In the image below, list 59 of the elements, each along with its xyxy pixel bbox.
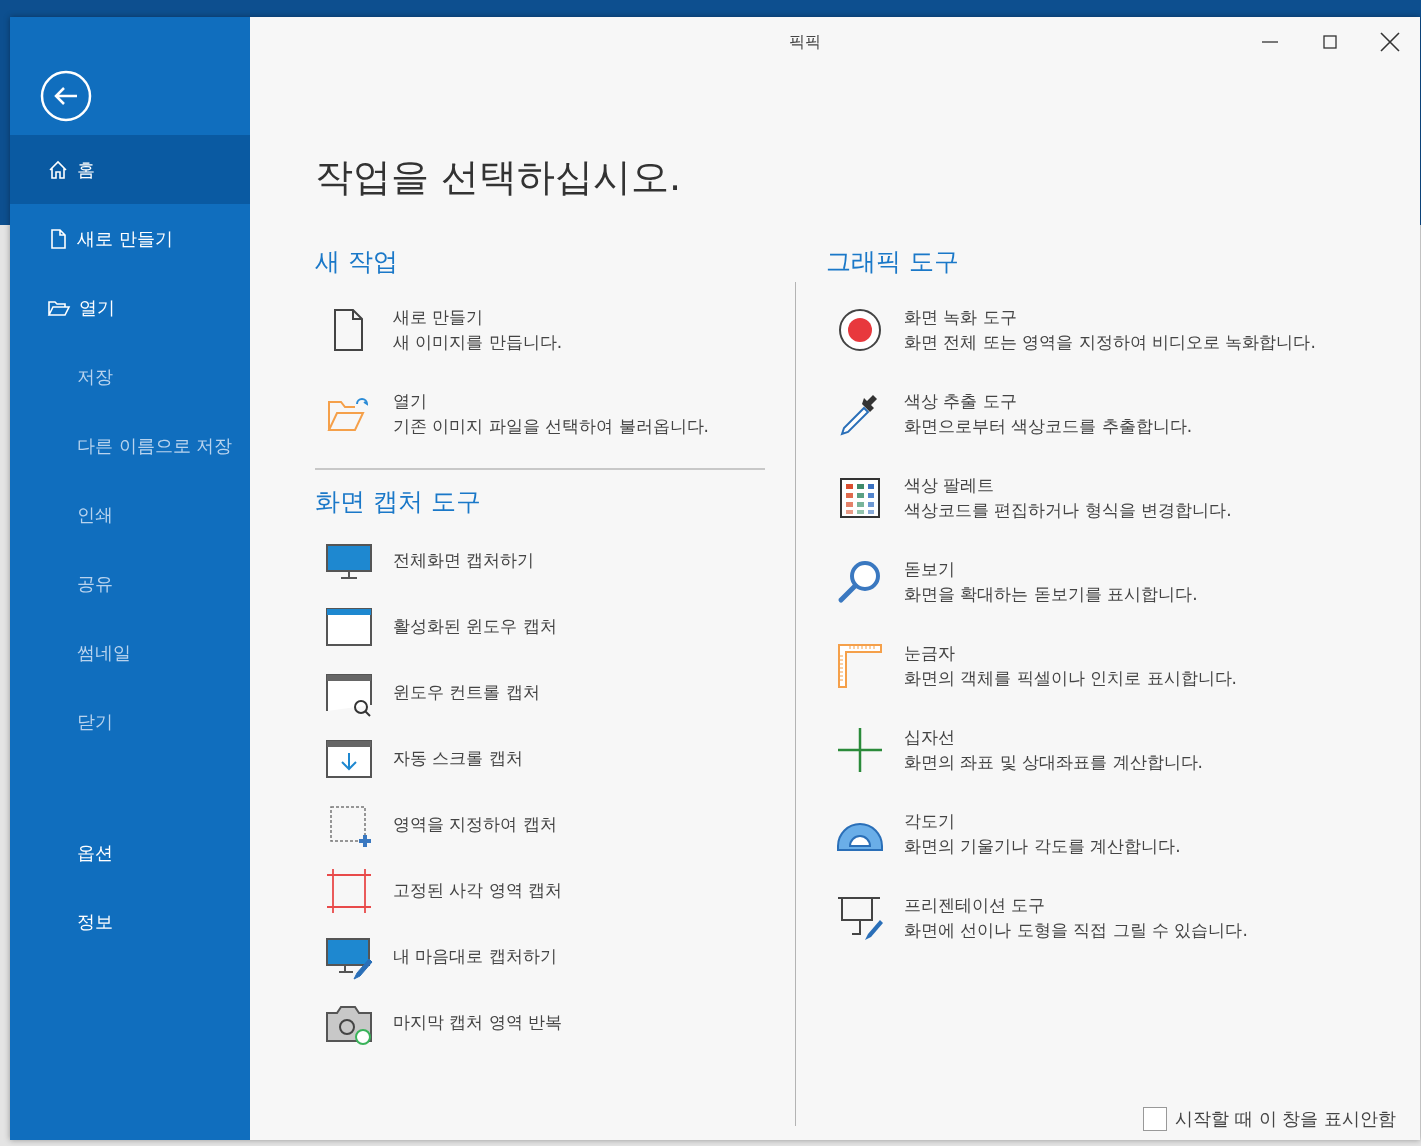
- tool-title: 눈금자: [904, 642, 956, 665]
- tool-title: 화면 녹화 도구: [904, 306, 1018, 329]
- tool-description: 화면의 좌표 및 상대좌표를 계산합니다.: [904, 751, 1204, 774]
- tool-title: 색상 팔레트: [904, 474, 996, 497]
- tool-description: 화면에 선이나 도형을 직접 그릴 수 있습니다.: [904, 919, 1248, 942]
- capture-tool-item[interactable]: 전체화면 캡처하기: [315, 528, 765, 594]
- tool-item[interactable]: 눈금자 화면의 객체를 픽셀이나 인치로 표시합니다.: [826, 624, 1420, 708]
- capture-tool-item[interactable]: 영역을 지정하여 캡처: [315, 792, 765, 858]
- sidebar-item[interactable]: 새로 만들기: [10, 204, 250, 273]
- tool-description: 화면의 기울기나 각도를 계산합니다.: [904, 835, 1181, 858]
- capture-tool-item[interactable]: 내 마음대로 캡처하기: [315, 924, 765, 990]
- capture-tool-item[interactable]: 활성화된 윈도우 캡처: [315, 594, 765, 660]
- capture-tool-item[interactable]: 윈도우 컨트롤 캡처: [315, 660, 765, 726]
- tool-item[interactable]: 화면 녹화 도구 화면 전체 또는 영역을 지정하여 비디오로 녹화합니다.: [826, 288, 1420, 372]
- crop-frame-icon: [325, 867, 373, 915]
- checkbox-label: 시작할 때 이 창을 표시안함: [1175, 1107, 1396, 1131]
- back-icon[interactable]: [40, 69, 92, 122]
- sidebar-item[interactable]: 정보: [10, 887, 250, 956]
- tool-description: 화면의 객체를 픽셀이나 인치로 표시합니다.: [904, 667, 1238, 690]
- tool-title: 프리젠테이션 도구: [904, 894, 1047, 917]
- record-icon: [836, 306, 884, 354]
- section-heading: 새 작업: [315, 246, 399, 278]
- sidebar-item[interactable]: 옵션: [10, 818, 250, 887]
- tool-title: 색상 추출 도구: [904, 390, 1018, 413]
- sidebar-item[interactable]: 홈: [10, 135, 250, 204]
- capture-tool-item[interactable]: 자동 스크롤 캡처: [315, 726, 765, 792]
- tool-item[interactable]: 새로 만들기 새 이미지를 만듭니다.: [315, 288, 765, 372]
- window-title: 픽픽: [788, 31, 822, 53]
- sidebar-item[interactable]: 열기: [10, 273, 250, 342]
- tool-item[interactable]: 십자선 화면의 좌표 및 상대좌표를 계산합니다.: [826, 708, 1420, 792]
- section-heading: 화면 캡처 도구: [315, 486, 482, 518]
- tool-title: 각도기: [904, 810, 956, 833]
- tool-description: 새 이미지를 만듭니다.: [393, 331, 563, 354]
- tool-title: 열기: [393, 390, 428, 413]
- tool-title: 돋보기: [904, 558, 956, 581]
- tool-description: 기존 이미지 파일을 선택하여 불러옵니다.: [393, 415, 710, 438]
- tool-item[interactable]: 각도기 화면의 기울기나 각도를 계산합니다.: [826, 792, 1420, 876]
- page-heading: 작업을 선택하십시오.: [315, 154, 683, 201]
- ruler-icon: [836, 642, 884, 690]
- crosshair-icon: [836, 726, 884, 774]
- home-icon: [47, 158, 69, 181]
- tool-description: 화면으로부터 색상코드를 추출합니다.: [904, 415, 1193, 438]
- tool-description: 색상코드를 편집하거나 형식을 변경합니다.: [904, 499, 1232, 522]
- tool-item[interactable]: 색상 팔레트 색상코드를 편집하거나 형식을 변경합니다.: [826, 456, 1420, 540]
- tool-title: 새로 만들기: [393, 306, 485, 329]
- close-icon[interactable]: [1379, 31, 1401, 53]
- tool-description: 화면 전체 또는 영역을 지정하여 비디오로 녹화합니다.: [904, 331, 1316, 354]
- section-heading: 그래픽 도구: [826, 246, 960, 278]
- presentation-pen-icon: [836, 894, 884, 942]
- tool-description: 화면을 확대하는 돋보기를 표시합니다.: [904, 583, 1198, 606]
- capture-tool-item[interactable]: 고정된 사각 영역 캡처: [315, 858, 765, 924]
- tool-item[interactable]: 열기 기존 이미지 파일을 선택하여 불러옵니다.: [315, 372, 765, 456]
- tool-title: 십자선: [904, 726, 956, 749]
- tool-item[interactable]: 색상 추출 도구 화면으로부터 색상코드를 추출합니다.: [826, 372, 1420, 456]
- maximize-icon[interactable]: [1321, 33, 1339, 51]
- checkbox[interactable]: [1143, 1106, 1168, 1131]
- tool-item[interactable]: 돋보기 화면을 확대하는 돋보기를 표시합니다.: [826, 540, 1420, 624]
- tool-item[interactable]: 프리젠테이션 도구 화면에 선이나 도형을 직접 그릴 수 있습니다.: [826, 876, 1420, 960]
- capture-tool-item[interactable]: 마지막 캡처 영역 반복: [315, 990, 765, 1056]
